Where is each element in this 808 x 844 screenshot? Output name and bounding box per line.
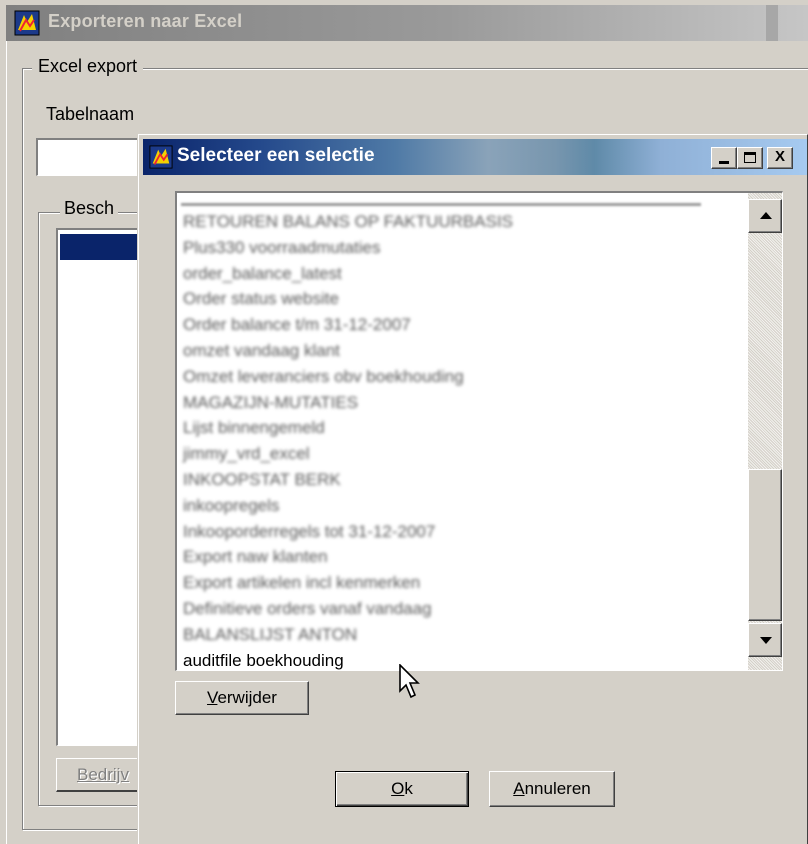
app-icon [14,10,40,41]
select-selection-dialog: Selecteer een selectie X RETOUREN BALANS… [138,134,808,844]
partially-visible-item [181,203,701,206]
maximize-button[interactable] [737,147,763,169]
export-window-title: Exporteren naar Excel [48,11,243,31]
mouse-pointer-icon [399,663,421,705]
close-icon: X [774,148,785,165]
scroll-down-arrow-icon [760,637,772,644]
list-item[interactable]: omzet vandaag klant [181,338,746,364]
selection-list-items: RETOUREN BALANS OP FAKTUURBASIS Plus330 v… [181,209,746,670]
beschrijving-group-label: Besch [60,198,119,219]
list-item[interactable]: inkoopregels [181,493,746,519]
list-item[interactable]: Order balance t/m 31-12-2007 [181,312,746,338]
maximize-icon [744,152,756,163]
close-button[interactable]: X [767,147,793,169]
scroll-up-arrow-icon [760,212,772,219]
scroll-down-button[interactable] [748,623,782,657]
verwijder-mnemonic: V [207,688,218,707]
selection-list[interactable]: RETOUREN BALANS OP FAKTUURBASIS Plus330 v… [175,191,783,671]
tabelnaam-label: Tabelnaam [46,104,135,124]
list-item[interactable]: RETOUREN BALANS OP FAKTUURBASIS [181,209,746,235]
minimize-icon [719,161,729,164]
verwijder-label: erwijder [217,688,277,707]
minimize-button[interactable] [711,147,737,169]
list-item[interactable]: Omzet leveranciers obv boekhouding [181,364,746,390]
export-window-titlebar[interactable]: Exporteren naar Excel [6,5,808,41]
list-item[interactable]: BALANSLIJST ANTON [181,622,746,648]
list-item[interactable]: Definitieve orders vanaf vandaag [181,596,746,622]
list-item[interactable]: Inkooporderregels tot 31-12-2007 [181,519,746,545]
list-item[interactable]: Plus330 voorraadmutaties [181,235,746,261]
scrollbar-thumb[interactable] [748,469,782,621]
list-item[interactable]: jimmy_vrd_excel [181,441,746,467]
annuleren-label: nnuleren [524,779,591,798]
scroll-up-button[interactable] [748,199,782,233]
dialog-title: Selecteer een selectie [177,145,375,166]
list-item[interactable]: Export artikelen incl kenmerken [181,570,746,596]
list-item[interactable]: Order status website [181,286,746,312]
dialog-titlebar[interactable]: Selecteer een selectie X [143,139,807,175]
list-scrollbar[interactable] [748,193,782,670]
list-item[interactable]: MAGAZIJN-MUTATIES [181,390,746,416]
excel-export-group-label: Excel export [32,56,144,77]
annuleren-button[interactable]: Annuleren [489,771,615,807]
ok-button[interactable]: Ok [335,771,469,807]
verwijder-button[interactable]: Verwijder [175,681,309,715]
tabelnaam-input[interactable] [36,138,146,176]
app-icon [149,145,173,174]
titlebar-stripe [766,5,778,41]
list-item[interactable]: Lijst binnengemeld [181,415,746,441]
list-item[interactable]: order_balance_latest [181,261,746,287]
list-item[interactable]: auditfile boekhouding [181,648,746,670]
list-item[interactable]: INKOOPSTAT BERK [181,467,746,493]
annuleren-mnemonic: A [513,779,525,798]
ok-mnemonic: O [391,779,405,798]
list-item[interactable]: Export naw klanten [181,544,746,570]
window-frame [6,41,10,844]
ok-label: k [404,779,413,798]
